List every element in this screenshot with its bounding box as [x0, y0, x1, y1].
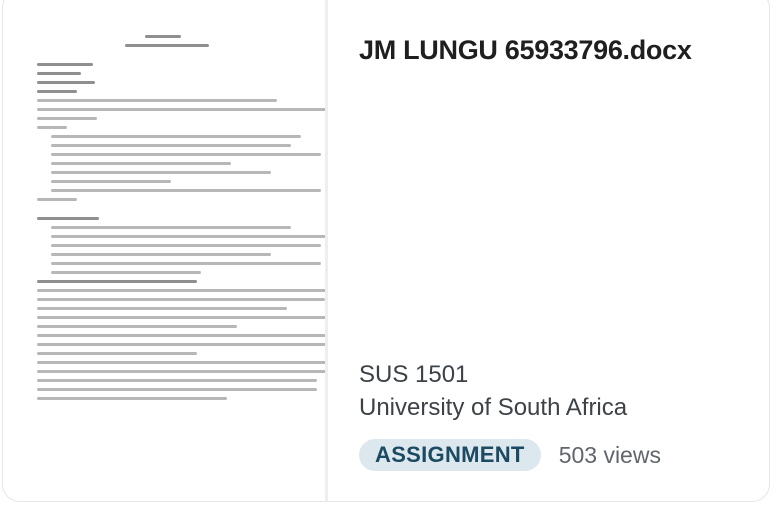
document-meta: ASSIGNMENT 503 views: [359, 439, 661, 471]
course-code[interactable]: SUS 1501: [359, 361, 468, 389]
document-thumbnail[interactable]: [3, 0, 328, 501]
document-info: JM LUNGU 65933796.docx SUS 1501 Universi…: [359, 0, 749, 501]
preview-title-line: [7, 19, 325, 23]
document-title[interactable]: JM LUNGU 65933796.docx: [359, 35, 692, 66]
document-type-badge: ASSIGNMENT: [359, 439, 541, 471]
document-preview-page: [37, 19, 325, 400]
institution-name[interactable]: University of South Africa: [359, 394, 627, 422]
view-count: 503 views: [558, 441, 661, 468]
document-card[interactable]: JM LUNGU 65933796.docx SUS 1501 Universi…: [2, 0, 770, 502]
